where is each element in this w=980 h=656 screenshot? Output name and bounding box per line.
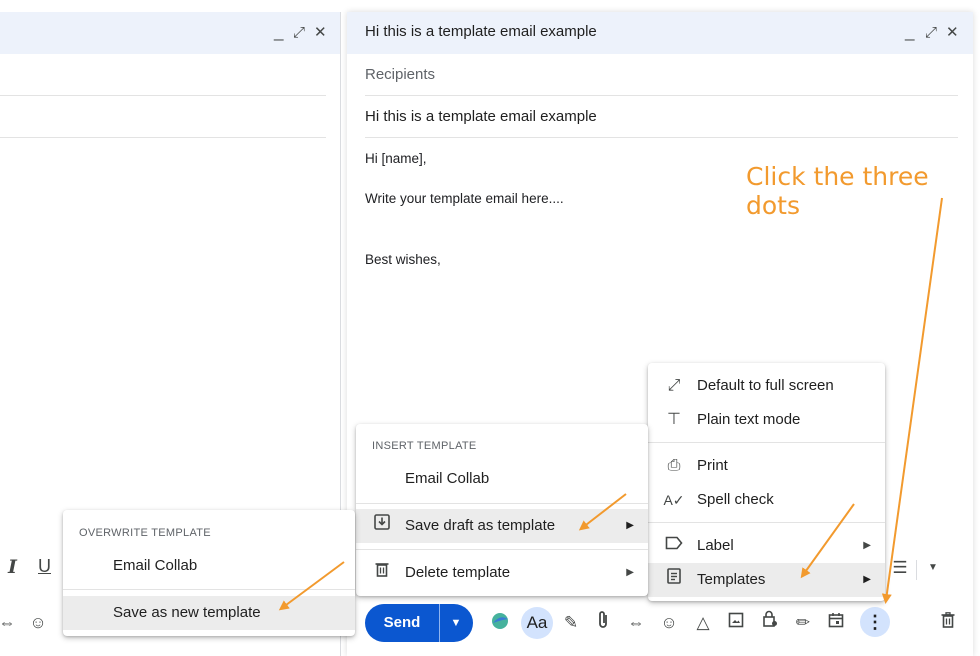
- arrow-to-three-dots: [881, 197, 943, 604]
- arrow-to-save-draft: [578, 493, 627, 531]
- annotation-arrows: [278, 197, 943, 611]
- arrow-to-save-new: [278, 561, 345, 611]
- arrow-to-templates: [800, 503, 855, 579]
